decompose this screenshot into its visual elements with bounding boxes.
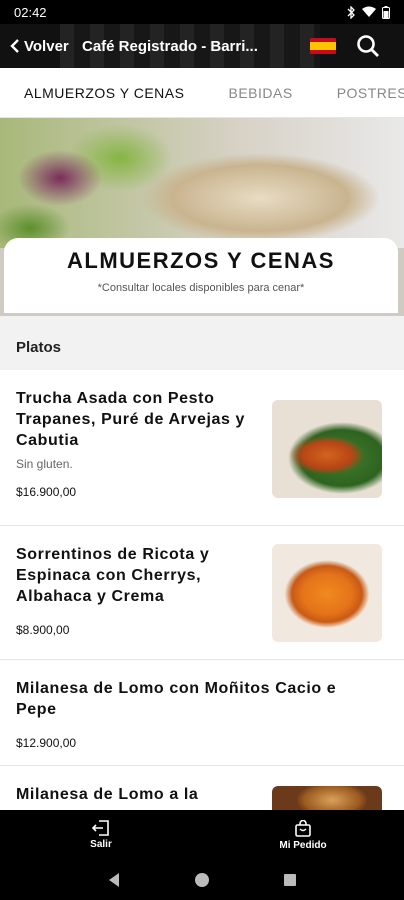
page-title: Café Registrado - Barri... [82,37,258,55]
wifi-icon [362,6,376,17]
tab-postres[interactable]: POSTRES [315,85,404,101]
item-name: Milanesa de Lomo a la [16,786,199,803]
chevron-left-icon [10,39,19,53]
tab-bebidas[interactable]: BEBIDAS [206,85,314,101]
my-order-button[interactable]: Mi Pedido [202,810,404,860]
category-tabs: ALMUERZOS Y CENAS BEBIDAS POSTRES [0,68,404,118]
item-price: $12.900,00 [16,736,77,750]
my-order-label: Mi Pedido [279,839,327,851]
search-button[interactable] [354,32,382,60]
item-image [272,400,382,498]
hero-card: ALMUERZOS Y CENAS *Consultar locales dis… [4,238,398,313]
shopping-bag-icon [295,819,311,837]
home-circle-icon[interactable] [194,872,210,888]
list-item[interactable]: Milanesa de Lomo con Moñitos Cacio e Pep… [0,660,404,766]
recents-square-icon[interactable] [283,873,297,887]
list-item[interactable]: Sorrentinos de Ricota y Espinaca con Che… [0,526,404,660]
list-item[interactable]: Milanesa de Lomo a la [0,766,404,810]
bluetooth-icon [347,5,355,19]
list-item[interactable]: Trucha Asada con Pesto Trapanes, Puré de… [0,370,404,526]
status-time: 02:42 [14,4,47,20]
exit-label: Salir [90,839,112,850]
tab-almuerzos-y-cenas[interactable]: ALMUERZOS Y CENAS [0,85,206,101]
spain-flag-icon[interactable] [310,38,336,54]
back-triangle-icon[interactable] [107,872,121,888]
item-image [272,786,382,810]
item-name: Milanesa de Lomo con Moñitos Cacio e Pep… [16,680,337,718]
hero-subtitle: *Consultar locales disponibles para cena… [97,282,305,294]
item-name: Trucha Asada con Pesto Trapanes, Puré de… [16,390,246,449]
category-hero: ALMUERZOS Y CENAS *Consultar locales dis… [0,118,404,316]
status-icons [347,5,390,19]
app-header: Volver Café Registrado - Barri... [0,24,404,68]
bottom-nav: Salir Mi Pedido [0,810,404,860]
item-image [272,544,382,642]
exit-button[interactable]: Salir [0,810,202,860]
back-label: Volver [24,37,69,55]
system-navigation-bar [0,860,404,900]
hero-photo [0,118,404,248]
status-bar: 02:42 [0,0,404,24]
battery-icon [382,5,390,19]
search-icon [357,35,379,57]
exit-icon [92,820,109,836]
back-button[interactable]: Volver [0,38,82,55]
hero-title: ALMUERZOS Y CENAS [67,248,335,273]
section-header: Platos [0,324,404,370]
menu-list: Trucha Asada con Pesto Trapanes, Puré de… [0,370,404,810]
item-name: Sorrentinos de Ricota y Espinaca con Che… [16,546,210,605]
